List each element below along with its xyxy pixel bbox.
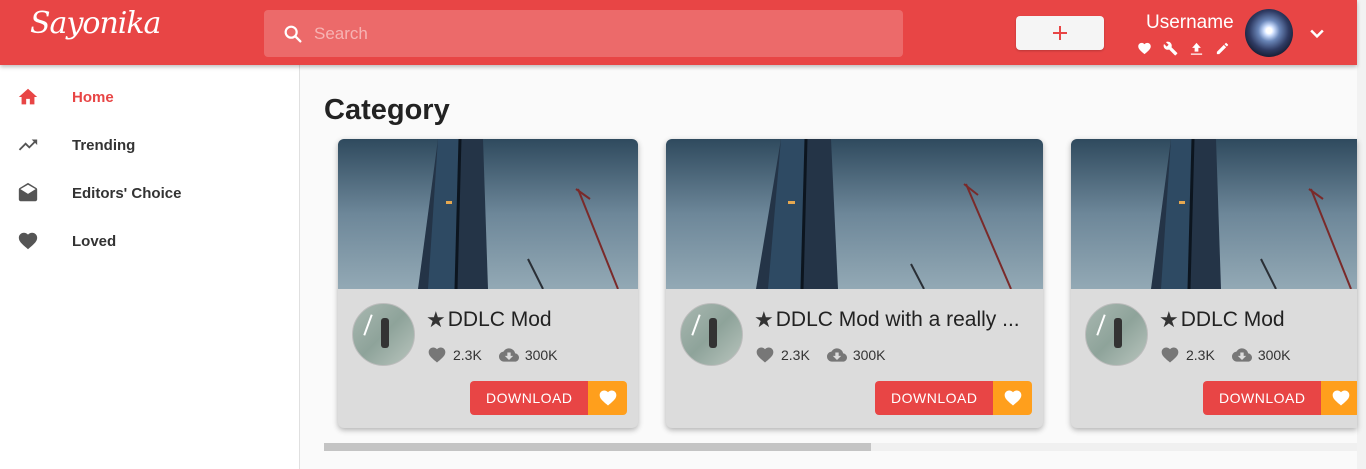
love-button[interactable] — [993, 381, 1033, 415]
sidebar-item-home[interactable]: Home — [0, 77, 300, 117]
love-button[interactable] — [1321, 381, 1357, 415]
download-group: DOWNLOAD — [1203, 381, 1357, 415]
heart-icon — [1004, 390, 1022, 406]
heart-icon — [1332, 390, 1350, 406]
likes-count: 2.3K — [1186, 347, 1215, 363]
sidebar-item-label: Home — [72, 88, 114, 106]
mod-title[interactable]: ★ DDLC Mod — [1159, 307, 1349, 333]
star-icon: ★ — [754, 307, 774, 332]
heart-icon — [599, 390, 617, 406]
mod-title-text: DDLC Mod with a really ... — [775, 308, 1020, 331]
sidebar-item-label: Trending — [72, 136, 136, 154]
cloud-download-icon — [826, 348, 847, 362]
mod-card[interactable]: ★ DDLC Mod 2.3K 300K DOWNLOAD — [1071, 139, 1357, 428]
likes-count: 2.3K — [781, 347, 810, 363]
user-avatar[interactable] — [1245, 9, 1293, 57]
likes-count: 2.3K — [453, 347, 482, 363]
mod-title-text: DDLC Mod — [447, 308, 552, 331]
add-mod-button[interactable] — [1016, 16, 1104, 50]
horizontal-scrollbar-thumb[interactable] — [324, 443, 871, 451]
search-bar[interactable] — [264, 10, 903, 57]
home-icon — [18, 88, 38, 105]
heart-icon — [756, 347, 774, 363]
heart-icon[interactable] — [1136, 41, 1153, 56]
plus-icon — [1053, 26, 1067, 40]
mod-title[interactable]: ★ DDLC Mod — [426, 307, 626, 333]
author-avatar[interactable] — [1085, 303, 1148, 366]
user-quick-links — [1136, 41, 1231, 56]
chevron-down-icon[interactable] — [1306, 23, 1328, 43]
username-label: Username — [1146, 12, 1234, 33]
star-icon: ★ — [426, 307, 446, 332]
vertical-scrollbar[interactable] — [1357, 0, 1366, 469]
mod-cover-image[interactable] — [1071, 139, 1357, 289]
mod-stats: 2.3K 300K — [754, 345, 886, 365]
download-button[interactable]: DOWNLOAD — [875, 381, 994, 415]
sidebar-item-editors-choice[interactable]: Editors' Choice — [0, 173, 300, 213]
search-input[interactable] — [314, 23, 874, 44]
heart-icon — [428, 347, 446, 363]
mod-card[interactable]: ★ DDLC Mod 2.3K 300K DOWNLOAD — [338, 139, 638, 428]
sidebar-item-label: Editors' Choice — [72, 184, 182, 202]
mod-title[interactable]: ★ DDLC Mod with a really ... — [754, 307, 1029, 333]
cloud-download-icon — [1231, 348, 1252, 362]
downloads-count: 300K — [1257, 347, 1291, 363]
mod-cover-image[interactable] — [338, 139, 638, 289]
mod-stats: 2.3K 300K — [1159, 345, 1291, 365]
author-avatar[interactable] — [352, 303, 415, 366]
search-icon — [284, 25, 302, 43]
heart-icon — [18, 232, 38, 250]
download-group: DOWNLOAD — [470, 381, 628, 415]
download-group: DOWNLOAD — [875, 381, 1033, 415]
cloud-download-icon — [498, 348, 519, 362]
downloads-count: 300K — [524, 347, 558, 363]
sidebar-nav: Home Trending Editors' Choice Loved — [0, 65, 300, 469]
mod-card[interactable]: ★ DDLC Mod with a really ... 2.3K 300K D… — [666, 139, 1043, 428]
category-heading: Category — [324, 94, 450, 126]
mod-cover-image[interactable] — [666, 139, 1043, 289]
download-button[interactable]: DOWNLOAD — [1203, 381, 1322, 415]
star-icon: ★ — [1159, 307, 1179, 332]
app-logo[interactable]: Sayonika — [30, 6, 161, 41]
wrench-icon[interactable] — [1162, 41, 1179, 56]
downloads-count: 300K — [852, 347, 886, 363]
heart-icon — [1161, 347, 1179, 363]
sidebar-item-label: Loved — [72, 232, 117, 250]
upload-icon[interactable] — [1188, 41, 1205, 56]
sidebar-item-trending[interactable]: Trending — [0, 125, 300, 165]
trending-icon — [18, 139, 38, 151]
author-avatar[interactable] — [680, 303, 743, 366]
pencil-icon[interactable] — [1214, 41, 1231, 56]
sidebar-item-loved[interactable]: Loved — [0, 221, 300, 261]
love-button[interactable] — [588, 381, 628, 415]
drafts-icon — [18, 182, 38, 202]
top-app-bar: Sayonika Username — [0, 0, 1357, 65]
mod-stats: 2.3K 300K — [426, 345, 558, 365]
download-button[interactable]: DOWNLOAD — [470, 381, 589, 415]
mod-title-text: DDLC Mod — [1180, 308, 1285, 331]
